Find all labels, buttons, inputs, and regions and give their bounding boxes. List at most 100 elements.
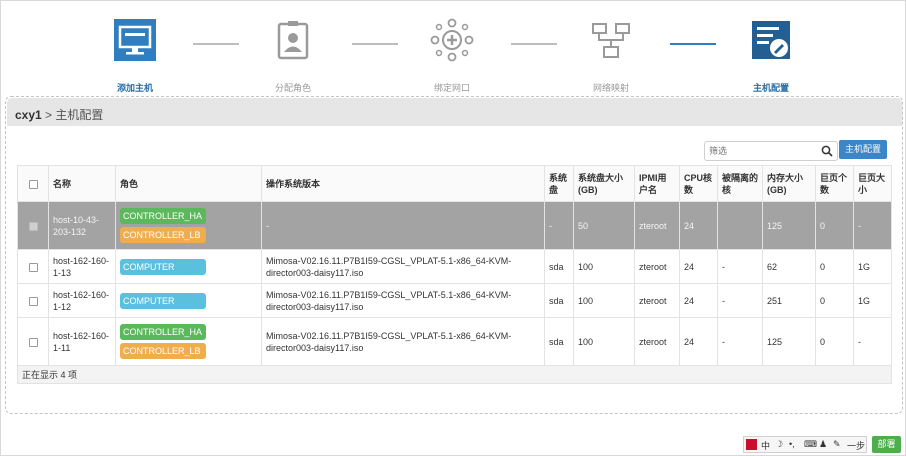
hugepage-count: 0 [815, 317, 854, 366]
table-row[interactable]: host-162-160-1-11 CONTROLLER_HA CONTROLL… [17, 317, 892, 366]
punctuation-icon[interactable]: •, [789, 439, 795, 449]
host-name: host-10-43-203-132 [48, 201, 116, 250]
moon-icon[interactable]: ☽ [775, 439, 783, 450]
col-os[interactable]: 操作系统版本 [261, 165, 545, 202]
table-row[interactable]: host-10-43-203-132 CONTROLLER_HA CONTROL… [17, 201, 892, 250]
breadcrumb-separator: > [45, 108, 53, 122]
hugepage-count: 0 [815, 283, 854, 318]
col-isolated[interactable]: 被隔离的核 [717, 165, 763, 202]
host-config-button[interactable]: 主机配置 [839, 140, 887, 159]
cpu-cores: 24 [679, 201, 718, 250]
row-checkbox[interactable] [28, 337, 38, 347]
row-checkbox[interactable] [28, 262, 38, 272]
step-label: 网络映射 [592, 83, 629, 93]
ipmi-user: zteroot [634, 201, 680, 250]
role-badge: COMPUTER [120, 292, 206, 309]
step-connector [511, 43, 557, 45]
ime-language[interactable]: 中 [761, 439, 770, 452]
hugepage-count: 0 [815, 249, 854, 284]
role-badge: CONTROLLER_HA [120, 324, 206, 340]
memory-size: 125 [762, 201, 816, 250]
col-hugepage-count[interactable]: 巨页个数 [815, 165, 854, 202]
host-name: host-162-160-1-12 [48, 283, 116, 318]
breadcrumb-page: 主机配置 [55, 108, 104, 122]
role-cell: COMPUTER [115, 283, 262, 318]
row-checkbox[interactable] [28, 296, 38, 306]
role-badge: COMPUTER [120, 258, 206, 275]
sys-disk: sda [544, 249, 574, 284]
panel-header: cxy1 > 主机配置 [7, 98, 902, 126]
isolated-cores: - [717, 249, 763, 284]
row-select-cell [17, 201, 49, 250]
host-table: 名称 角色 操作系统版本 系统盘 系统盘大小(GB) IPMI用户名 CPU核数… [17, 165, 892, 384]
memory-size: 125 [762, 317, 816, 366]
step-bind-nic[interactable]: 绑定网口 [407, 18, 497, 94]
col-role[interactable]: 角色 [115, 165, 262, 202]
hugepage-size: - [853, 317, 892, 366]
table-header-row: 名称 角色 操作系统版本 系统盘 系统盘大小(GB) IPMI用户名 CPU核数… [17, 165, 892, 202]
os-version: Mimosa-V02.16.11.P7B1I59-CGSL_VPLAT-5.1-… [261, 317, 545, 366]
hugepage-size: 1G [853, 249, 892, 284]
ipmi-user: zteroot [634, 283, 680, 318]
select-all-checkbox[interactable] [28, 179, 38, 189]
network-interface-icon [430, 18, 474, 62]
breadcrumb-cluster[interactable]: cxy1 [15, 108, 42, 122]
col-sys-disk-size[interactable]: 系统盘大小(GB) [573, 165, 635, 202]
select-all-cell [17, 165, 49, 202]
col-hugepage-size[interactable]: 巨页大小 [853, 165, 892, 202]
col-mem[interactable]: 内存大小(GB) [762, 165, 816, 202]
step-connector [670, 43, 716, 45]
ipmi-user: zteroot [634, 317, 680, 366]
ime-toolbar[interactable]: 中 ☽ •, ⌨ ♟ ✎ 一步 [743, 436, 867, 453]
os-version: Mimosa-V02.16.11.P7B1I59-CGSL_VPLAT-5.1-… [261, 283, 545, 318]
table-row[interactable]: host-162-160-1-13 COMPUTER Mimosa-V02.16… [17, 249, 892, 284]
step-assign-role[interactable]: 分配角色 [248, 18, 338, 94]
deploy-button[interactable]: 部署 [872, 436, 901, 453]
table-footer-row: 正在显示 4 项 [17, 365, 892, 384]
step-add-host[interactable]: 添加主机 [90, 18, 180, 94]
role-badge: CONTROLLER_LB [120, 227, 206, 243]
col-sys-disk[interactable]: 系统盘 [544, 165, 574, 202]
row-select-cell [17, 317, 49, 366]
keyboard-icon[interactable]: ⌨ [804, 439, 817, 450]
row-checkbox[interactable] [28, 221, 38, 231]
filter-box [704, 141, 838, 161]
isolated-cores: - [717, 317, 763, 366]
sys-disk: sda [544, 317, 574, 366]
step-label: 主机配置 [752, 83, 789, 93]
sys-disk-size: 100 [573, 283, 635, 318]
prev-step-button[interactable]: 一步 [847, 439, 865, 452]
step-connector [352, 43, 398, 45]
breadcrumb: cxy1 > 主机配置 [15, 106, 103, 123]
step-label: 添加主机 [116, 83, 153, 93]
step-host-config[interactable]: 主机配置 [726, 18, 816, 94]
user-icon[interactable]: ♟ [819, 439, 827, 450]
step-label: 绑定网口 [433, 83, 470, 93]
memory-size: 251 [762, 283, 816, 318]
network-map-icon [592, 23, 630, 58]
step-network-mapping[interactable]: 网络映射 [566, 18, 656, 94]
hugepage-size: - [853, 201, 892, 250]
sys-disk-size: 100 [573, 317, 635, 366]
memory-size: 62 [762, 249, 816, 284]
step-connector [193, 43, 239, 45]
monitor-icon [114, 19, 156, 61]
sys-disk: sda [544, 283, 574, 318]
filter-input[interactable] [705, 142, 815, 160]
role-badge: CONTROLLER_HA [120, 208, 206, 224]
host-name: host-162-160-1-13 [48, 249, 116, 284]
wrench-icon[interactable]: ✎ [833, 439, 841, 450]
cpu-cores: 24 [679, 317, 718, 366]
table-row[interactable]: host-162-160-1-12 COMPUTER Mimosa-V02.16… [17, 283, 892, 318]
hugepage-size: 1G [853, 283, 892, 318]
host-config-panel: cxy1 > 主机配置 主机配置 名称 角色 操作系统版本 系统盘 系统盘大小(… [5, 96, 903, 414]
sys-disk-size: 50 [573, 201, 635, 250]
hugepage-count: 0 [815, 201, 854, 250]
search-icon[interactable] [821, 145, 833, 157]
isolated-cores [717, 201, 763, 250]
cpu-cores: 24 [679, 283, 718, 318]
host-name: host-162-160-1-11 [48, 317, 116, 366]
col-ipmi-user[interactable]: IPMI用户名 [634, 165, 680, 202]
col-name[interactable]: 名称 [48, 165, 116, 202]
col-cpu[interactable]: CPU核数 [679, 165, 718, 202]
